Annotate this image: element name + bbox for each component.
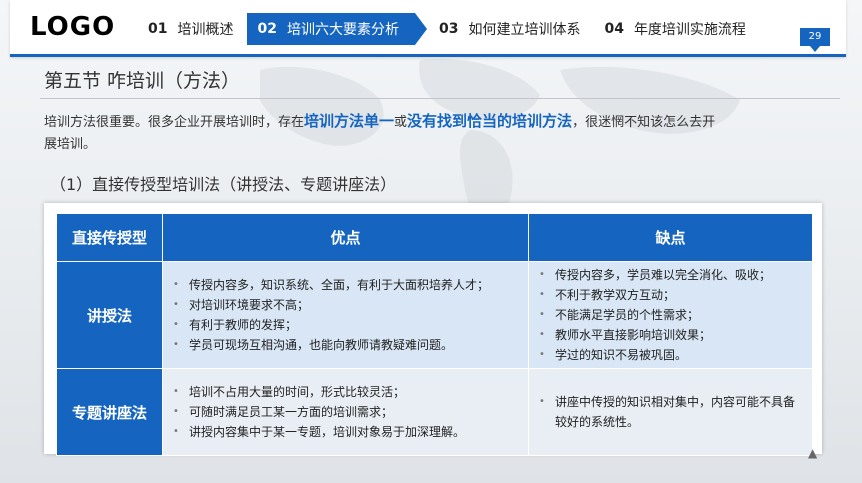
chevron-up-icon[interactable]: ▲ (808, 446, 817, 460)
section-nav: 01 培训概述 02 培训六大要素分析 03 如何建立培训体系 04 年度培训实… (138, 13, 760, 45)
list-item: 讲座中传授的知识相对集中，内容可能不具备较好的系统性。 (539, 392, 806, 432)
intro-highlight-2: 没有找到恰当的培训方法 (407, 112, 573, 130)
list-item: 可随时满足员工某一方面的培训需求； (173, 402, 522, 422)
header-bar: LOGO 01 培训概述 02 培训六大要素分析 03 如何建立培训体系 04 … (10, 0, 846, 57)
list-item: 有利于教师的发挥； (173, 315, 522, 335)
nav-item-label: 年度培训实施流程 (633, 22, 746, 38)
nav-item-03[interactable]: 03 如何建立培训体系 (415, 13, 594, 45)
nav-item-label: 如何建立培训体系 (468, 22, 581, 38)
pros-cell: 培训不占用大量的时间，形式比较灵活； 可随时满足员工某一方面的培训需求； 讲授内… (162, 368, 529, 456)
methods-table: 直接传授型 优点 缺点 讲授法 传授内容多，知识系统、全面，有利于大面积培养人才… (56, 213, 813, 456)
nav-item-number: 04 (604, 21, 624, 37)
list-item: 讲授内容集中于某一专题，培训对象易于加深理解。 (173, 422, 522, 442)
intro-paragraph: 培训方法很重要。很多企业开展培训时，存在培训方法单一或没有找到恰当的培训方法，很… (44, 110, 724, 156)
table-header-row: 直接传授型 优点 缺点 (56, 213, 813, 262)
nav-item-label: 培训六大要素分析 (286, 22, 399, 38)
header-type: 直接传授型 (56, 213, 163, 262)
nav-item-01[interactable]: 01 培训概述 (138, 13, 247, 45)
intro-text-2: 或 (394, 115, 408, 130)
page-title: 第五节 咋培训（方法） (44, 70, 241, 92)
methods-table-card: 直接传授型 优点 缺点 讲授法 传授内容多，知识系统、全面，有利于大面积培养人才… (44, 203, 822, 456)
title-divider (40, 98, 840, 99)
intro-highlight-1: 培训方法单一 (304, 112, 395, 130)
section-subtitle: （1）直接传授型培训法（讲授法、专题讲座法） (50, 175, 397, 194)
list-item: 不能满足学员的个性需求； (539, 305, 806, 325)
table-row: 专题讲座法 培训不占用大量的时间，形式比较灵活； 可随时满足员工某一方面的培训需… (56, 368, 813, 456)
list-item: 学员可现场互相沟通，也能向教师请教疑难问题。 (173, 335, 522, 355)
list-item: 传授内容多，知识系统、全面，有利于大面积培养人才； (173, 275, 522, 295)
list-item: 教师水平直接影响培训效果； (539, 325, 806, 345)
nav-item-02[interactable]: 02 培训六大要素分析 (247, 13, 428, 45)
list-item: 学过的知识不易被巩固。 (539, 345, 806, 365)
logo: LOGO (30, 12, 116, 42)
nav-item-04[interactable]: 04 年度培训实施流程 (594, 13, 759, 45)
page-number-badge: 29 (800, 28, 830, 52)
cons-cell: 讲座中传授的知识相对集中，内容可能不具备较好的系统性。 (528, 368, 813, 456)
list-item: 培训不占用大量的时间，形式比较灵活； (173, 382, 522, 402)
pros-cell: 传授内容多，知识系统、全面，有利于大面积培养人才； 对培训环境要求不高； 有利于… (162, 261, 529, 369)
row-method-name: 讲授法 (56, 261, 163, 369)
intro-text-1: 培训方法很重要。很多企业开展培训时，存在 (44, 115, 305, 130)
header-pros: 优点 (162, 213, 529, 262)
row-method-name: 专题讲座法 (56, 368, 163, 456)
nav-item-number: 03 (438, 21, 459, 37)
list-item: 对培训环境要求不高； (173, 295, 522, 315)
header-cons: 缺点 (528, 213, 813, 262)
table-row: 讲授法 传授内容多，知识系统、全面，有利于大面积培养人才； 对培训环境要求不高；… (56, 261, 813, 369)
nav-item-number: 02 (257, 21, 277, 37)
nav-item-number: 01 (148, 21, 168, 37)
nav-item-label: 培训概述 (177, 22, 234, 38)
list-item: 不利于教学双方互动； (539, 285, 806, 305)
list-item: 传授内容多，学员难以完全消化、吸收； (539, 265, 806, 285)
cons-cell: 传授内容多，学员难以完全消化、吸收； 不利于教学双方互动； 不能满足学员的个性需… (528, 261, 813, 369)
